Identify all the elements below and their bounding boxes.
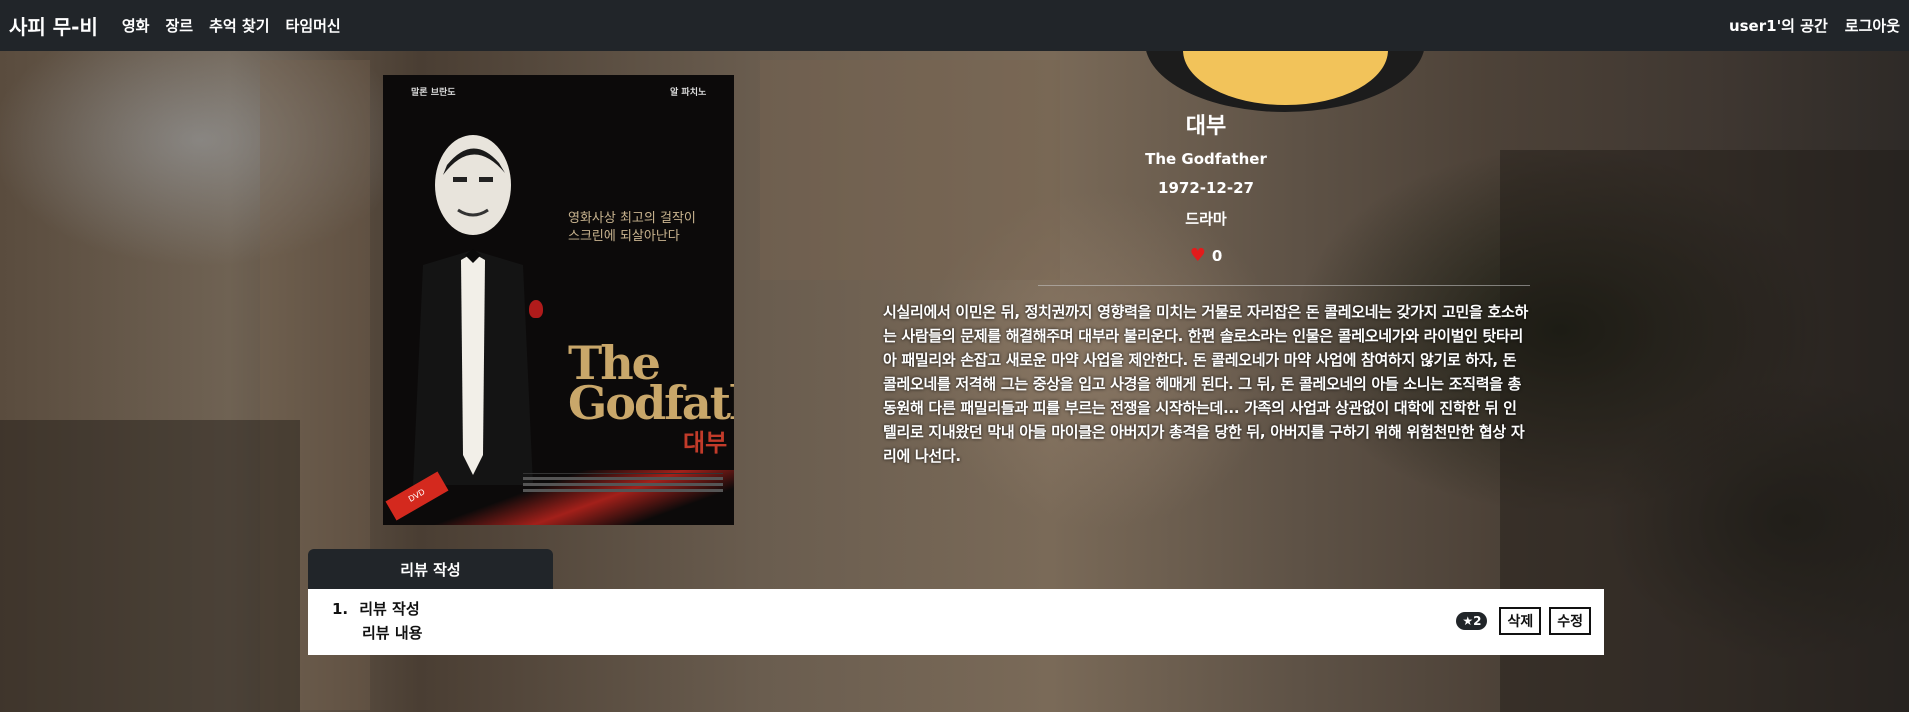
nav-link-movies[interactable]: 영화 — [122, 15, 150, 36]
poster-tagline: 영화사상 최고의 걸작이 스크린에 되살아난다 — [568, 210, 696, 246]
like-count: 0 — [1211, 247, 1223, 265]
poster-rose — [529, 300, 543, 318]
brand-logo[interactable]: 사피 무-비 — [9, 11, 98, 40]
nav-link-memories[interactable]: 추억 찾기 — [209, 15, 269, 36]
nav-link-logout[interactable]: 로그아웃 — [1845, 15, 1900, 36]
poster-actor-left: 말론 브란도 — [411, 88, 456, 98]
poster-actor-right: 알 파치노 — [670, 88, 707, 98]
review-item-header: 1. 리뷰 작성 — [332, 597, 422, 621]
movie-title-en: The Godfather — [1145, 150, 1267, 168]
review-item: 1. 리뷰 작성 리뷰 내용 — [332, 597, 422, 645]
poster-title: The Godfather — [568, 336, 734, 430]
bg-shadow — [0, 420, 300, 712]
bg-building — [760, 60, 1060, 280]
movie-poster: 말론 브란도 알 파치노 영화사상 최고의 걸작이 스크린에 되살아난다 The… — [383, 75, 734, 525]
nav-right: user1'의 공간 로그아웃 — [1712, 15, 1900, 36]
nav-link-user-space[interactable]: user1'의 공간 — [1729, 15, 1828, 36]
nav-left: 사피 무-비 영화 장르 추억 찾기 타임머신 — [9, 11, 357, 40]
review-content: 리뷰 내용 — [362, 624, 423, 642]
movie-title-kr: 대부 — [1185, 114, 1227, 139]
review-number: 1. — [332, 600, 349, 618]
review-actions: ★2 삭제 수정 — [1456, 607, 1591, 635]
movie-release-date: 1972-12-27 — [1158, 179, 1254, 197]
poster-title-kr: 대부 — [683, 429, 728, 457]
movie-genre: 드라마 — [1185, 210, 1227, 228]
heart-icon[interactable]: ♥ — [1190, 247, 1206, 265]
poster-tagline-text: 영화사상 최고의 걸작이 스크린에 되살아난다 — [568, 211, 696, 244]
movie-overview: 시실리에서 이민온 뒤, 정치권까지 영향력을 미치는 거물로 자리잡은 돈 콜… — [883, 303, 1528, 465]
movie-info-panel: 대부 The Godfather 1972-12-27 드라마 ♥ 0 — [1106, 108, 1306, 265]
review-list: 1. 리뷰 작성 리뷰 내용 ★2 삭제 수정 — [308, 589, 1604, 655]
like-control[interactable]: ♥ 0 — [1106, 247, 1306, 266]
poster-credits — [523, 473, 723, 503]
review-write-tab[interactable]: 리뷰 작성 — [308, 549, 553, 589]
top-navbar: 사피 무-비 영화 장르 추억 찾기 타임머신 user1'의 공간 로그아웃 — [0, 0, 1909, 51]
info-divider — [1038, 285, 1530, 286]
edit-review-button[interactable]: 수정 — [1549, 607, 1591, 635]
nav-link-time-machine[interactable]: 타임머신 — [286, 15, 341, 36]
poster-figure-illustration — [413, 135, 533, 485]
nav-link-genres[interactable]: 장르 — [165, 15, 193, 36]
review-title: 리뷰 작성 — [359, 600, 420, 618]
rating-badge: ★2 — [1456, 612, 1488, 630]
delete-review-button[interactable]: 삭제 — [1499, 607, 1542, 635]
